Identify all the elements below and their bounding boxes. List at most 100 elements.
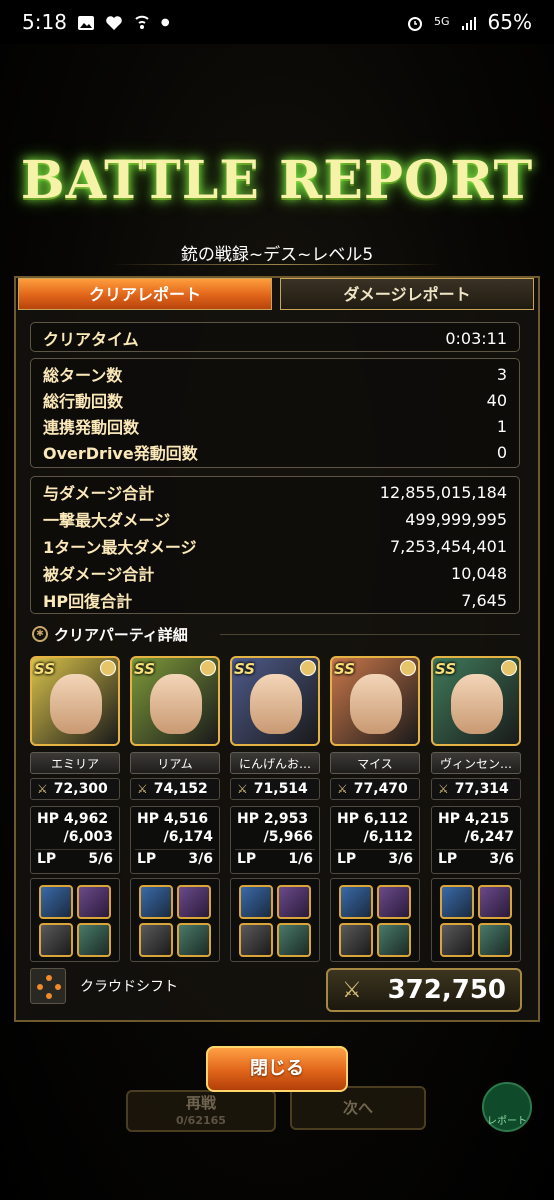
hp-line: HP 2,953: [237, 811, 308, 827]
swords-icon: ⚔: [438, 782, 449, 796]
equipment-slot[interactable]: [478, 923, 512, 957]
equipment-slot[interactable]: [440, 885, 474, 919]
weapon-type-icon: [501, 660, 517, 676]
signal-icon: [460, 13, 478, 31]
member-power: ⚔ 77,314: [431, 778, 521, 800]
hp-line: HP 4,962: [37, 811, 108, 827]
equipment-slot[interactable]: [239, 923, 273, 957]
equipment-slot[interactable]: [277, 923, 311, 957]
stat-label: 一撃最大ダメージ: [43, 511, 171, 530]
equipment-slot[interactable]: [478, 885, 512, 919]
stat-label: 与ダメージ合計: [43, 484, 155, 503]
gear-icon: ✱: [32, 626, 48, 642]
equipment-slot[interactable]: [177, 923, 211, 957]
hp-max: /6,174: [163, 829, 213, 845]
tab-clear-report[interactable]: クリアレポート: [18, 278, 272, 310]
rank-badge: SS: [334, 660, 356, 678]
equipment-slot[interactable]: [377, 885, 411, 919]
member-name: リアム: [130, 752, 220, 774]
cloud-shift-icon[interactable]: [30, 968, 66, 1004]
report-button[interactable]: レポート: [482, 1082, 532, 1132]
hp-label: HP: [37, 811, 59, 827]
retry-label: 再戦: [185, 1094, 216, 1112]
network-type: 5G: [434, 15, 450, 28]
hp-current: 4,962: [63, 811, 109, 827]
swords-icon: ⚔: [137, 782, 148, 796]
hp-current: 4,516: [163, 811, 209, 827]
hp-max: /6,003: [63, 829, 113, 845]
swords-icon: ⚔: [237, 782, 248, 796]
lp-value: 1/6: [288, 851, 313, 867]
lp-value: 5/6: [88, 851, 113, 867]
equipment-grid: [130, 878, 220, 962]
equipment-slot[interactable]: [139, 923, 173, 957]
tab-damage-report[interactable]: ダメージレポート: [280, 278, 534, 310]
hp-label: HP: [337, 811, 359, 827]
character-face: [150, 674, 202, 734]
character-portrait[interactable]: SS: [30, 656, 120, 746]
retry-button[interactable]: 再戦 0/62165: [126, 1090, 276, 1132]
member-power-value: 77,314: [454, 781, 509, 797]
heart-icon: [105, 13, 123, 31]
equipment-slot[interactable]: [77, 923, 111, 957]
member-stats: HP 2,953/5,966 LP 1/6: [230, 806, 320, 874]
swords-icon: ⚔: [37, 782, 48, 796]
character-portrait[interactable]: SS: [230, 656, 320, 746]
character-face: [350, 674, 402, 734]
equipment-slot[interactable]: [277, 885, 311, 919]
character-portrait[interactable]: SS: [431, 656, 521, 746]
member-name: ヴィンセン…: [431, 752, 521, 774]
equipment-slot[interactable]: [77, 885, 111, 919]
equipment-slot[interactable]: [139, 885, 173, 919]
member-name: にんげんお…: [230, 752, 320, 774]
party-heading: ✱ クリアパーティ詳細: [32, 622, 188, 646]
hp-max: /6,112: [363, 829, 413, 845]
lp-label: LP: [137, 851, 157, 867]
counts-box: 総ターン数 3 総行動回数 40 連携発動回数 1 OverDrive発動回数 0: [30, 358, 520, 468]
weapon-type-icon: [200, 660, 216, 676]
rank-badge: SS: [435, 660, 457, 678]
equipment-slot[interactable]: [39, 923, 73, 957]
divider: [335, 849, 415, 850]
equipment-slot[interactable]: [239, 885, 273, 919]
hp-label: HP: [137, 811, 159, 827]
equipment-slot[interactable]: [39, 885, 73, 919]
equipment-slot[interactable]: [377, 923, 411, 957]
stat-label: HP回復合計: [43, 592, 133, 611]
hp-label: HP: [438, 811, 460, 827]
member-power-value: 77,470: [353, 781, 408, 797]
equipment-slot[interactable]: [339, 923, 373, 957]
lp-label: LP: [337, 851, 357, 867]
member-power-value: 71,514: [253, 781, 308, 797]
equipment-slot[interactable]: [440, 923, 474, 957]
next-button[interactable]: 次へ: [290, 1086, 426, 1130]
close-button[interactable]: 閉じる: [206, 1046, 348, 1092]
lp-value: 3/6: [489, 851, 514, 867]
clear-time-box: クリアタイム 0:03:11: [30, 322, 520, 352]
hp-current: 2,953: [263, 811, 309, 827]
member-name: マイス: [330, 752, 420, 774]
divider: [235, 849, 315, 850]
stat-value: 1: [496, 416, 507, 436]
member-stats: HP 4,516/6,174 LP 3/6: [130, 806, 220, 874]
stat-label: 被ダメージ合計: [43, 565, 155, 584]
character-portrait[interactable]: SS: [330, 656, 420, 746]
stat-label: 1ターン最大ダメージ: [43, 538, 197, 557]
cloud-shift: クラウドシフト: [30, 968, 178, 1004]
cloud-shift-label: クラウドシフト: [80, 979, 178, 995]
member-stats: HP 4,215/6,247 LP 3/6: [431, 806, 521, 874]
equipment-slot[interactable]: [339, 885, 373, 919]
member-power: ⚔ 71,514: [230, 778, 320, 800]
character-portrait[interactable]: SS: [130, 656, 220, 746]
battery-level: 65%: [487, 10, 532, 34]
member-power: ⚔ 77,470: [330, 778, 420, 800]
equipment-slot[interactable]: [177, 885, 211, 919]
rank-badge: SS: [34, 660, 56, 678]
party-heading-label: クリアパーティ詳細: [54, 625, 188, 644]
swords-icon: ⚔: [342, 978, 362, 1003]
character-face: [250, 674, 302, 734]
stat-value: 12,855,015,184: [379, 482, 507, 502]
stat-label: 連携発動回数: [43, 418, 140, 437]
equipment-grid: [230, 878, 320, 962]
stat-value: 40: [486, 390, 507, 410]
